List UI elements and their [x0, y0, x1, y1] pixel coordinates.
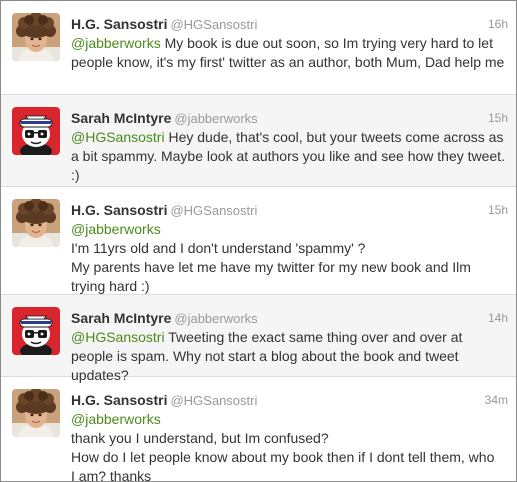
tweet-header: Sarah McIntyre @jabberworks 15h: [71, 109, 508, 127]
user-handle[interactable]: @HGSansostri: [170, 393, 257, 408]
tweet-text: @jabberworks My book is due out soon, so…: [71, 34, 507, 72]
tweet-header: H.G. Sansostri @HGSansostri 34m: [71, 391, 508, 409]
tweet-timestamp[interactable]: 15h: [488, 109, 508, 127]
mention-link[interactable]: @jabberworks: [71, 35, 161, 51]
tweet-text-line: trying hard :): [71, 278, 150, 294]
tweet-text-line: My parents have let me have my twitter f…: [71, 259, 471, 275]
tweet-timestamp[interactable]: 15h: [488, 201, 508, 219]
tweet-text-line: How do I let people know about my book t…: [71, 449, 495, 465]
tweet-text-line: I am? thanks: [71, 468, 152, 482]
mention-link[interactable]: @HGSansostri: [71, 329, 165, 345]
user-fullname[interactable]: Sarah McIntyre: [71, 110, 171, 126]
user-handle[interactable]: @jabberworks: [174, 311, 257, 326]
mention-link[interactable]: @jabberworks: [71, 220, 507, 239]
avatar[interactable]: [12, 199, 60, 247]
user-fullname[interactable]: H.G. Sansostri: [71, 392, 167, 408]
sailor-cartoon-avatar-icon: [12, 307, 60, 355]
tweet-header: Sarah McIntyre @jabberworks 14h: [71, 309, 508, 327]
user-handle[interactable]: @HGSansostri: [170, 17, 257, 32]
avatar[interactable]: [12, 107, 60, 155]
mention-link[interactable]: @jabberworks: [71, 410, 507, 429]
user-handle[interactable]: @HGSansostri: [170, 203, 257, 218]
user-fullname[interactable]: H.G. Sansostri: [71, 202, 167, 218]
tweet-timestamp[interactable]: 14h: [488, 309, 508, 327]
user-handle[interactable]: @jabberworks: [174, 111, 257, 126]
mention-link[interactable]: @HGSansostri: [71, 129, 165, 145]
avatar[interactable]: [12, 307, 60, 355]
tweet-text: @jabberworks I'm 11yrs old and I don't u…: [71, 220, 507, 296]
tweet-text-line: I'm 11yrs old and I don't understand 'sp…: [71, 240, 366, 256]
user-fullname[interactable]: Sarah McIntyre: [71, 310, 171, 326]
tweet-timestamp[interactable]: 34m: [485, 391, 508, 409]
tweet-header: H.G. Sansostri @HGSansostri 15h: [71, 201, 508, 219]
boy-curly-hair-avatar-icon: [12, 13, 60, 61]
tweet-timeline: H.G. Sansostri @HGSansostri 16h @jabberwo…: [0, 0, 517, 482]
sailor-cartoon-avatar-icon: [12, 107, 60, 155]
boy-curly-hair-avatar-icon: [12, 199, 60, 247]
tweet[interactable]: H.G. Sansostri @HGSansostri 15h @jabberwo…: [1, 187, 516, 295]
tweet-text: @HGSansostri Hey dude, that's cool, but …: [71, 128, 507, 185]
tweet[interactable]: H.G. Sansostri @HGSansostri 34m @jabberwo…: [1, 377, 516, 481]
tweet-timestamp[interactable]: 16h: [488, 15, 508, 33]
tweet-text: @jabberworks thank you I understand, but…: [71, 410, 507, 482]
avatar[interactable]: [12, 389, 60, 437]
tweet[interactable]: H.G. Sansostri @HGSansostri 16h @jabberwo…: [1, 1, 516, 95]
boy-curly-hair-avatar-icon: [12, 389, 60, 437]
tweet-header: H.G. Sansostri @HGSansostri 16h: [71, 15, 508, 33]
user-fullname[interactable]: H.G. Sansostri: [71, 16, 167, 32]
tweet-text-line: thank you I understand, but Im confused?: [71, 430, 329, 446]
tweet[interactable]: Sarah McIntyre @jabberworks 15h @HGSansos…: [1, 95, 516, 187]
tweet[interactable]: Sarah McIntyre @jabberworks 14h @HGSansos…: [1, 295, 516, 383]
avatar[interactable]: [12, 13, 60, 61]
